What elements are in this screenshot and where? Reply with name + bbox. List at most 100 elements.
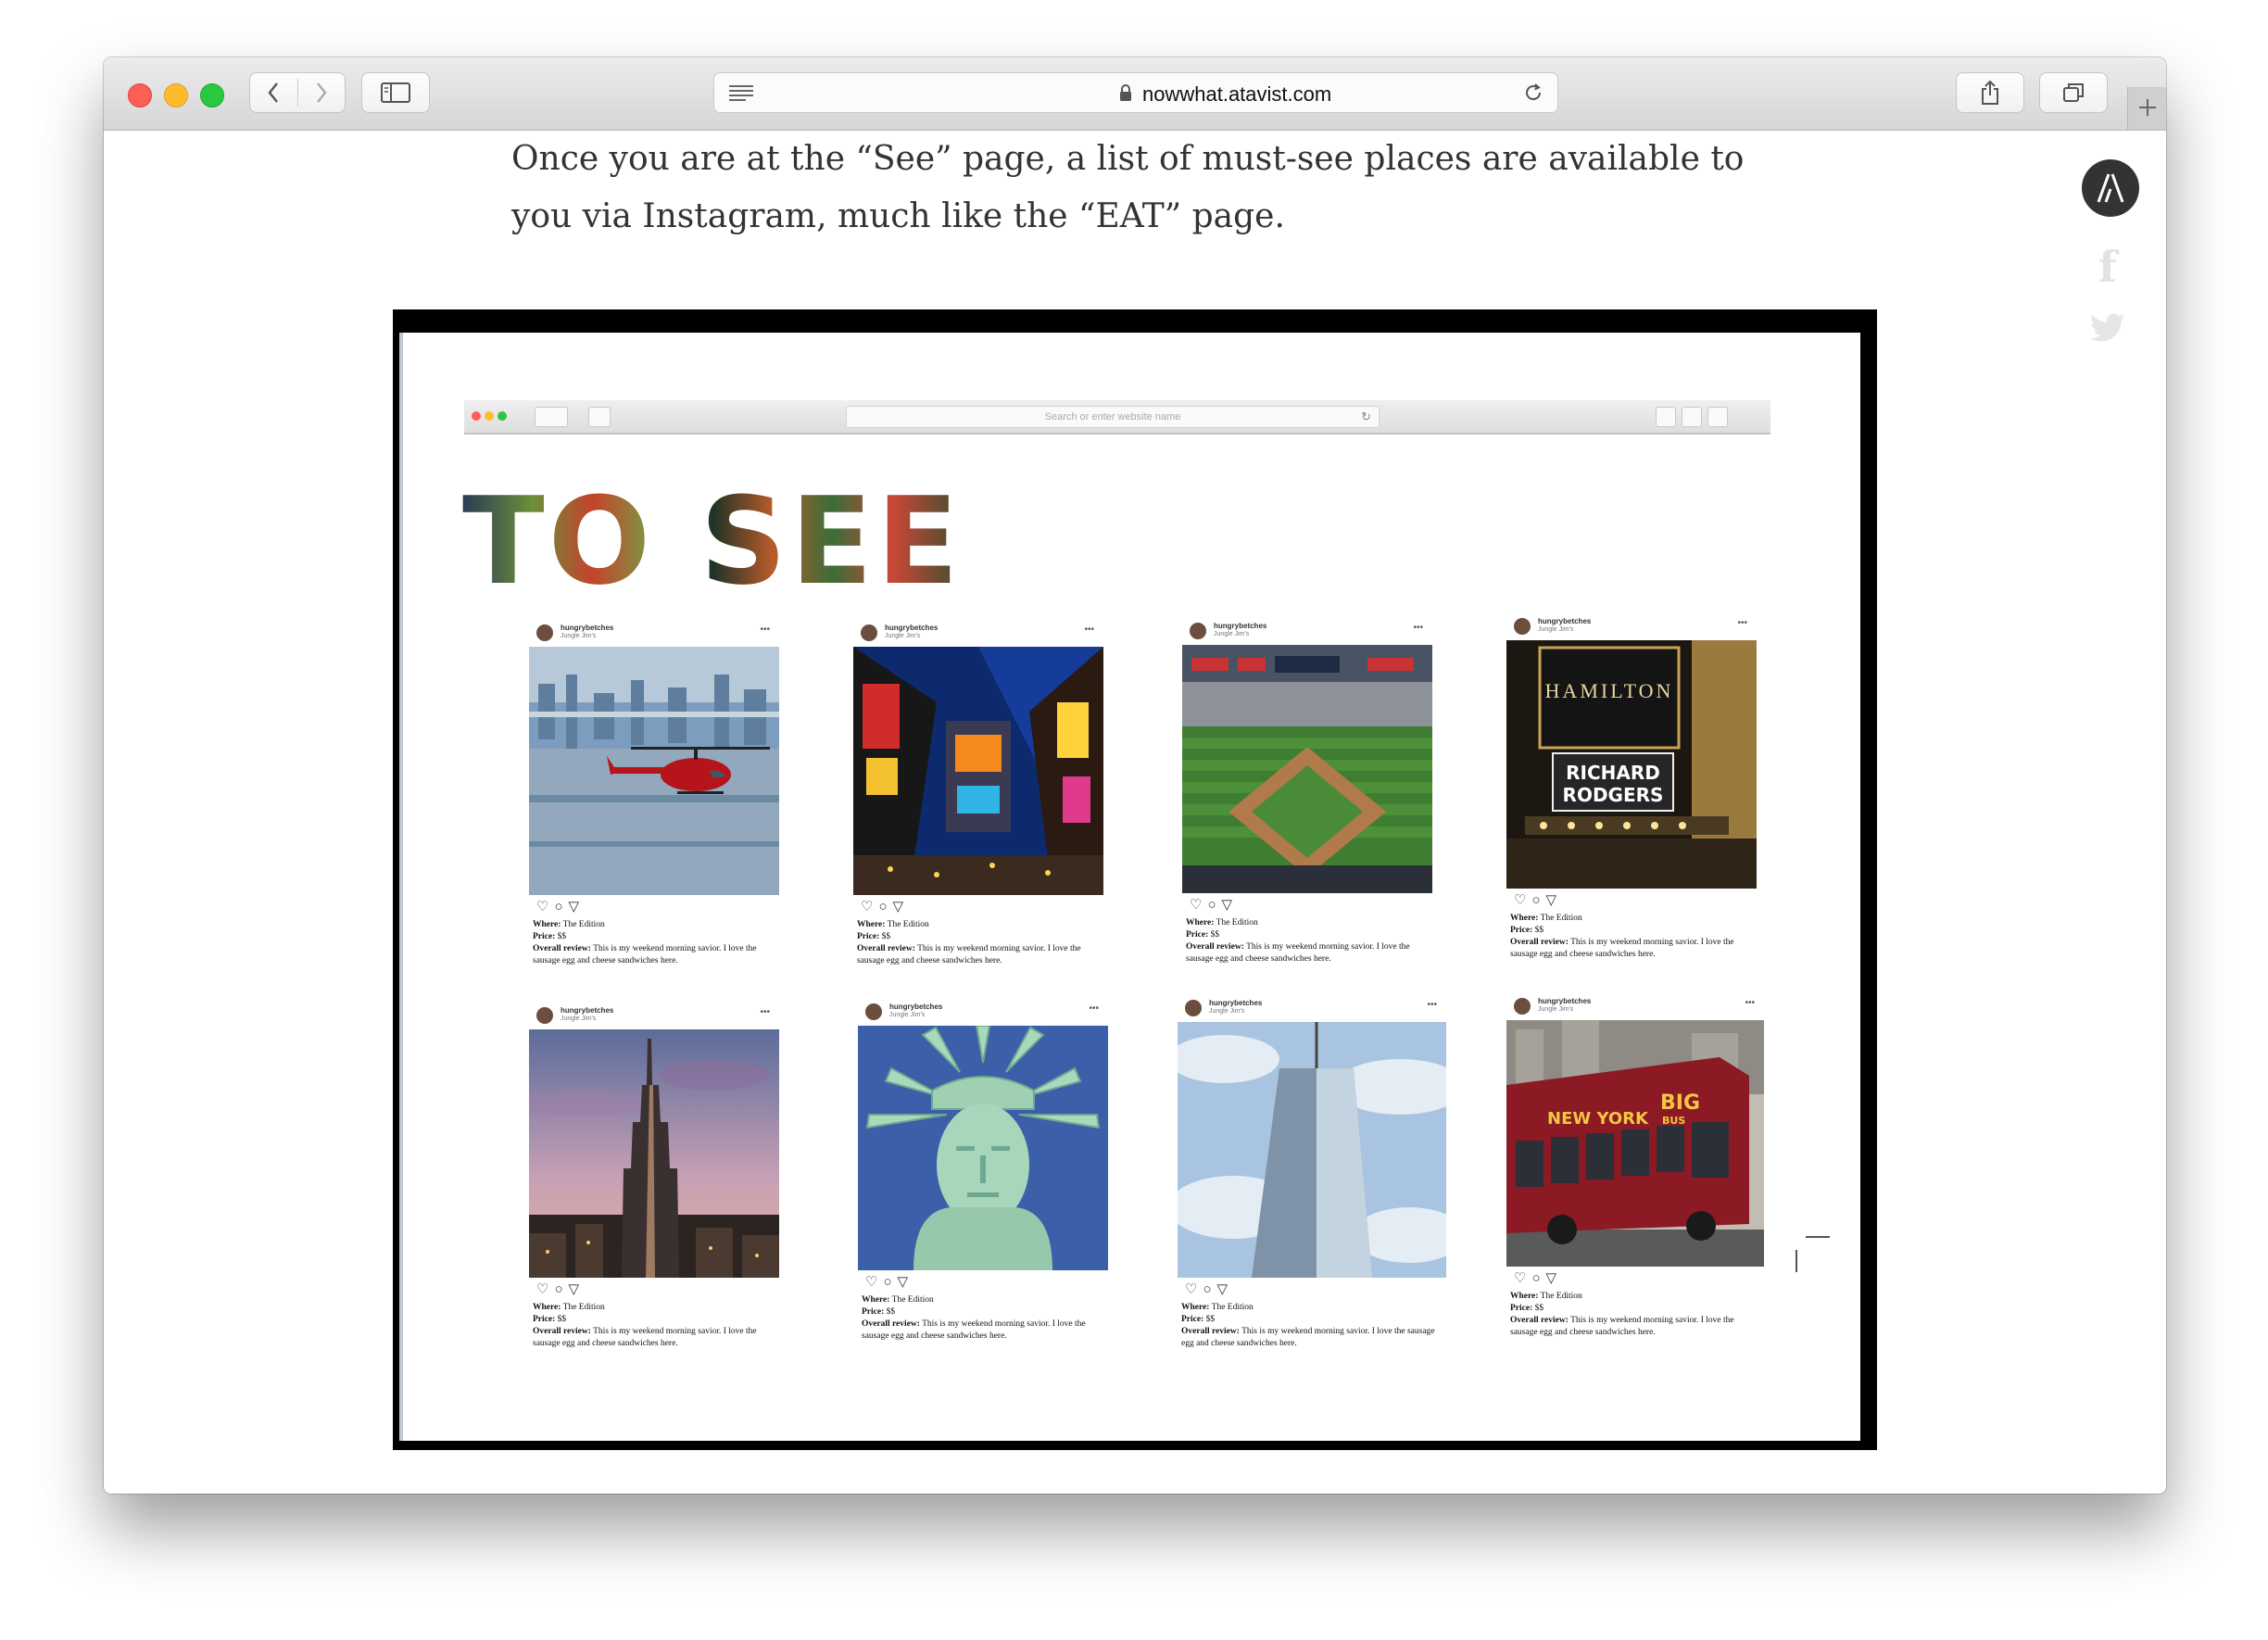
comment-icon[interactable]: ○ [1531,1270,1545,1286]
post-caption: Where: The Edition Price: $$ Overall rev… [1510,914,1734,959]
post-photo-hamilton-marquee: HAMILTON RICHARD RODGERS [1506,640,1757,889]
mini-address-bar: Search or enter website name ↻ [846,406,1380,428]
marquee-line-1: RICHARD [1566,762,1660,784]
comment-icon[interactable]: ○ [1531,892,1545,908]
post-actions: ♡○▽ [529,895,779,919]
back-icon [268,82,278,103]
post-actions: ♡○▽ [853,895,1103,919]
atavist-logo-icon [2097,173,2124,203]
facebook-share-icon[interactable]: f [2098,242,2117,292]
post-location: Jungle Jim's [561,633,597,639]
bus-side-text: NEW YORK [1547,1109,1649,1129]
post-header: hungrybetches Jungle Jim's ••• [529,1006,779,1029]
post-caption: Where: The Edition Price: $$ Overall rev… [857,920,1081,965]
post-header: hungrybetches Jungle Jim's ••• [1506,997,1764,1020]
avatar [865,1003,882,1020]
send-icon[interactable]: ▽ [569,1281,586,1297]
comment-icon[interactable]: ○ [1203,1281,1216,1297]
post-caption: Where: The Edition Price: $$ Overall rev… [862,1295,1086,1341]
post-username: hungrybetches [1538,997,1592,1005]
post-location: Jungle Jim's [1538,1006,1574,1013]
post-header: hungrybetches Jungle Jim's ••• [1506,617,1757,640]
instagram-post: hungrybetches Jungle Jim's ••• [1506,997,1764,1339]
address-bar[interactable]: nowwhat.atavist.com [713,72,1558,113]
heart-icon[interactable]: ♡ [1514,892,1531,908]
post-actions: ♡○▽ [1178,1278,1446,1302]
comment-icon[interactable]: ○ [554,1281,568,1297]
sidebar-icon [381,82,410,103]
share-button[interactable] [1956,72,2024,113]
post-photo-big-bus-tour: NEW YORK BIG BUS [1506,1020,1764,1267]
heart-icon[interactable]: ♡ [865,1274,883,1290]
post-header: hungrybetches Jungle Jim's ••• [529,624,779,647]
post-header: hungrybetches Jungle Jim's ••• [858,1003,1108,1026]
twitter-share-icon[interactable] [2089,312,2126,344]
send-icon[interactable]: ▽ [893,899,910,915]
instagram-post: hungrybetches Jungle Jim's ••• [858,1003,1108,1343]
instagram-post: hungrybetches Jungle Jim's ••• [1182,622,1432,965]
to-see-heading: TO SEE [462,471,963,612]
send-icon[interactable]: ▽ [1546,892,1563,908]
sidebar-toggle-button[interactable] [361,72,430,113]
post-header: hungrybetches Jungle Jim's ••• [1182,622,1432,645]
send-icon[interactable]: ▽ [569,899,586,915]
show-tabs-button[interactable] [2039,72,2108,113]
forward-button[interactable] [298,73,346,112]
send-icon[interactable]: ▽ [1217,1281,1234,1297]
article-paragraph: Once you are at the “See” page, a list o… [511,140,1745,235]
post-photo-statue-of-liberty [858,1026,1108,1270]
zoom-window-button[interactable] [200,83,224,107]
post-caption: Where: The Edition Price: $$ Overall rev… [1510,1292,1734,1337]
bus-brand-subtext: BUS [1662,1115,1685,1127]
back-button[interactable] [250,73,297,112]
more-options-icon: ••• [1413,623,1423,633]
post-caption: Where: The Edition Price: $$ Overall rev… [1186,918,1410,964]
new-tab-button[interactable] [2127,87,2166,130]
heart-icon[interactable]: ♡ [536,1281,554,1297]
send-icon[interactable]: ▽ [1546,1270,1563,1286]
post-photo-yankee-stadium [1182,645,1432,893]
embedded-screenshot: Search or enter website name ↻ TO SEE hu… [393,309,1877,1450]
avatar [1514,618,1531,635]
comment-icon[interactable]: ○ [554,899,568,915]
reload-icon[interactable] [1522,82,1544,104]
share-icon [1982,80,1998,105]
post-caption: Where: The Edition Price: $$ Overall rev… [533,1303,757,1348]
post-location: Jungle Jim's [889,1012,926,1018]
post-photo-times-square [853,647,1103,895]
marquee-line-2: RODGERS [1563,784,1664,806]
send-icon[interactable]: ▽ [898,1274,914,1290]
reader-icon[interactable] [727,83,755,102]
comment-icon[interactable]: ○ [883,1274,897,1290]
close-window-button[interactable] [128,83,152,107]
post-username: hungrybetches [1214,622,1267,630]
browser-window: nowwhat.atavist.com Once you are at the … [104,57,2166,1494]
post-caption: Where: The Edition Price: $$ Overall rev… [1181,1303,1435,1348]
plus-icon [2139,99,2156,116]
more-options-icon: ••• [760,624,770,635]
instagram-post: hungrybetches Jungle Jim's ••• [1178,999,1446,1350]
atavist-logo-button[interactable] [2082,159,2139,217]
comment-icon[interactable]: ○ [878,899,892,915]
heart-icon[interactable]: ♡ [536,899,554,915]
screenshot-canvas: Search or enter website name ↻ TO SEE hu… [399,333,1860,1441]
post-photo-empire-state-building [529,1029,779,1278]
comment-icon[interactable]: ○ [1207,897,1221,913]
heart-icon[interactable]: ♡ [1185,1281,1203,1297]
post-header: hungrybetches Jungle Jim's ••• [853,624,1103,647]
more-options-icon: ••• [1427,1000,1437,1010]
post-location: Jungle Jim's [1214,631,1250,637]
web-page: Once you are at the “See” page, a list o… [104,131,2166,1494]
heart-icon[interactable]: ♡ [861,899,878,915]
navigation-buttons [249,72,346,113]
instagram-post: hungrybetches Jungle Jim's ••• [853,624,1103,967]
more-options-icon: ••• [1084,624,1094,635]
bus-brand-text: BIG [1660,1091,1700,1115]
heart-icon[interactable]: ♡ [1190,897,1207,913]
avatar [861,624,877,641]
minimize-window-button[interactable] [164,83,188,107]
avatar [1514,998,1531,1015]
send-icon[interactable]: ▽ [1222,897,1239,913]
post-actions: ♡○▽ [529,1278,779,1302]
heart-icon[interactable]: ♡ [1514,1270,1531,1286]
